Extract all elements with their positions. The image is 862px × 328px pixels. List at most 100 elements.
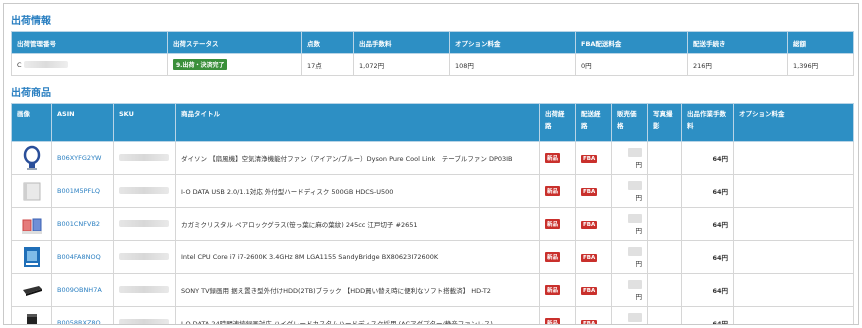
redacted-price [628,279,642,289]
col-asin: ASIN [51,103,114,142]
product-row: B001M5PFLQ I-O DATA USB 2.0/1.1対応 外付型ハードデ… [11,174,854,208]
route-cell: 新品 [539,141,576,175]
asin-cell: B001M5PFLQ [51,174,114,208]
price-cell: 円 [611,174,648,208]
product-title: SONY TV録画用 据え置き型外付けHDD(2TB)ブラック 【HDD買い替え… [175,273,540,307]
asin-link[interactable]: B0058RXZ8Q [57,319,101,324]
fba-badge: FBA [581,253,598,262]
product-image-cell [11,207,52,241]
product-title: Intel CPU Core i7 i7-2600K 3.4GHz 8M LGA… [175,240,540,274]
product-thumbnail [17,310,46,324]
col-fba-fee: FBA配送料金 [575,31,688,54]
product-thumbnail [17,244,46,270]
asin-link[interactable]: B06XYFG2YW [57,154,101,162]
new-badge: 新品 [545,219,561,229]
route-cell: 新品 [539,174,576,208]
price-unit: 円 [635,226,643,235]
col-price: 販売価格 [611,103,648,142]
product-thumbnail [17,277,46,303]
sku-cell [113,273,176,307]
status-cell: 9.出荷・決済完了 [167,53,302,76]
work-fee-value: 64円 [681,141,734,175]
redacted-sku [119,252,169,260]
photo-cell [647,306,682,324]
status-badge: 9.出荷・決済完了 [173,59,228,70]
shipment-row: C 9.出荷・決済完了 17点 1,072円 108円 0円 216円 1,39… [11,53,854,76]
delivery-cell: FBA [575,306,612,324]
total-value: 1,396円 [787,53,854,76]
product-title: ダイソン 【扇風機】空気清浄機能付ファン（アイアン/ブルー）Dyson Pure… [175,141,540,175]
price-cell: 円 [611,306,648,324]
price-unit: 円 [635,259,643,268]
option-cell [733,306,854,324]
shipping-proc-value: 216円 [687,53,788,76]
option-cell [733,174,854,208]
sku-cell [113,240,176,274]
shipment-section-title: 出荷情報 [11,16,51,27]
redacted-price [628,312,642,322]
photo-cell [647,273,682,307]
product-title: カガミクリスタル ペアロックグラス(笹っ葉に麻の葉紋) 245cc 江戸切子 #… [175,207,540,241]
product-image-cell [11,174,52,208]
option-fee-value: 108円 [449,53,576,76]
col-image: 画像 [11,103,52,142]
col-work-fee: 出品作業手数料 [681,103,734,142]
product-title: I-O DATA USB 2.0/1.1対応 外付型ハードディスク 500GB … [175,174,540,208]
fba-fee-value: 0円 [575,53,688,76]
redacted-price [628,147,642,157]
col-listing-fee: 出品手数料 [353,31,450,54]
redacted-shipment-id [23,61,68,68]
option-cell [733,273,854,307]
col-route: 出荷経路 [539,103,576,142]
delivery-cell: FBA [575,141,612,175]
redacted-sku [119,153,169,161]
col-total: 総額 [787,31,854,54]
asin-link[interactable]: B001M5PFLQ [57,187,100,195]
products-section-title: 出荷商品 [11,88,51,99]
redacted-sku [119,219,169,227]
product-thumbnail [17,145,46,171]
asin-link[interactable]: B004FA8NOQ [57,253,101,261]
redacted-sku [119,318,169,324]
shipment-table: 出荷管理番号 出荷ステータス 点数 出品手数料 オプション料金 FBA配送料金 … [11,31,854,76]
sku-cell [113,174,176,208]
product-row: B0058RXZ8Q I-O DATA 24時間連続録画対応 ハイグレードカスタム… [11,306,854,324]
asin-cell: B009OBNH7A [51,273,114,307]
photo-cell [647,174,682,208]
col-sku: SKU [113,103,176,142]
redacted-price [628,246,642,256]
redacted-sku [119,186,169,194]
work-fee-value: 64円 [681,174,734,208]
new-badge: 新品 [545,186,561,196]
photo-cell [647,240,682,274]
fba-badge: FBA [581,220,598,229]
product-title: I-O DATA 24時間連続録画対応 ハイグレードカスタムハードディスク採用 … [175,306,540,324]
col-count: 点数 [301,31,354,54]
asin-cell: B001CNFVB2 [51,207,114,241]
product-row: B06XYFG2YW ダイソン 【扇風機】空気清浄機能付ファン（アイアン/ブルー）… [11,141,854,175]
work-fee-value: 64円 [681,273,734,307]
asin-link[interactable]: B001CNFVB2 [57,220,100,228]
sku-cell [113,141,176,175]
product-row: B004FA8NOQ Intel CPU Core i7 i7-2600K 3.4… [11,240,854,274]
asin-cell: B06XYFG2YW [51,141,114,175]
fba-badge: FBA [581,154,598,163]
asin-link[interactable]: B009OBNH7A [57,286,102,294]
col-option: オプション料金 [733,103,854,142]
col-delivery: 配送経路 [575,103,612,142]
product-image-cell [11,306,52,324]
new-badge: 新品 [545,153,561,163]
price-cell: 円 [611,207,648,241]
work-fee-value: 64円 [681,240,734,274]
photo-cell [647,141,682,175]
product-image-cell [11,240,52,274]
col-shipment-id: 出荷管理番号 [11,31,168,54]
product-row: B001CNFVB2 カガミクリスタル ペアロックグラス(笹っ葉に麻の葉紋) 24… [11,207,854,241]
delivery-cell: FBA [575,273,612,307]
work-fee-value: 64円 [681,306,734,324]
delivery-cell: FBA [575,207,612,241]
redacted-price [628,180,642,190]
sku-cell [113,306,176,324]
route-cell: 新品 [539,240,576,274]
col-title: 商品タイトル [175,103,540,142]
